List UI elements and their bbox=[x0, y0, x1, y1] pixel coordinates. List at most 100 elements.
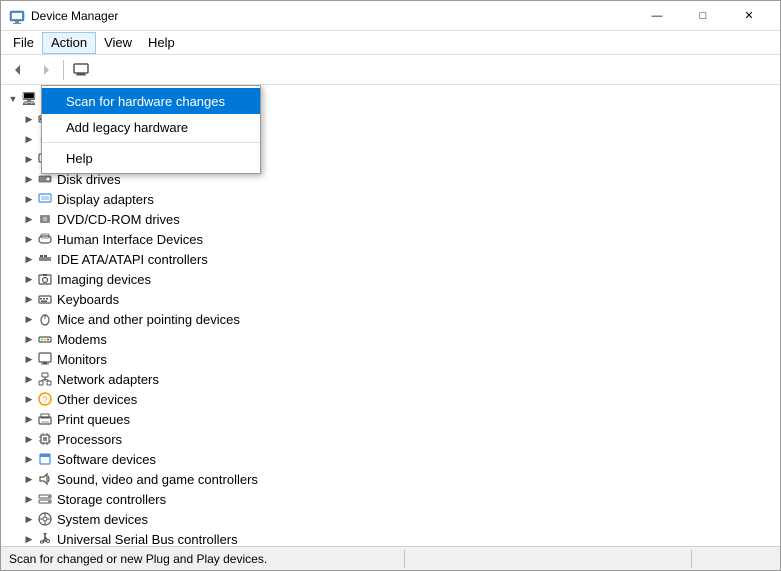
usb-expander[interactable]: ▶ bbox=[21, 531, 37, 546]
status-text: Scan for changed or new Plug and Play de… bbox=[9, 552, 267, 566]
tree-item-storage[interactable]: ▶ Storage controllers bbox=[1, 489, 780, 509]
forward-button[interactable] bbox=[33, 58, 59, 82]
network-label: Network adapters bbox=[57, 372, 159, 387]
print-label: Print queues bbox=[57, 412, 130, 427]
keyboards-expander[interactable]: ▶ bbox=[21, 291, 37, 307]
tree-item-system[interactable]: ▶ System devices bbox=[1, 509, 780, 529]
usb-label: Universal Serial Bus controllers bbox=[57, 532, 238, 547]
modems-icon bbox=[37, 331, 53, 347]
tree-item-usb[interactable]: ▶ Universal Serial Bus controllers bbox=[1, 529, 780, 546]
system-label: System devices bbox=[57, 512, 148, 527]
batteries-expander[interactable]: ▶ bbox=[21, 111, 37, 127]
display-adapters-expander[interactable]: ▶ bbox=[21, 191, 37, 207]
tree-item-processors[interactable]: ▶ Processors bbox=[1, 429, 780, 449]
monitors-icon bbox=[37, 351, 53, 367]
software-icon bbox=[37, 451, 53, 467]
tree-item-hid[interactable]: ▶ Human Interface Devices bbox=[1, 229, 780, 249]
back-button[interactable] bbox=[5, 58, 31, 82]
tree-item-ide[interactable]: ▶IDE ATA/ATAPI controllers bbox=[1, 249, 780, 269]
usb-icon bbox=[37, 531, 53, 546]
dropdown-separator bbox=[42, 142, 260, 143]
tree-item-mice[interactable]: ▶Mice and other pointing devices bbox=[1, 309, 780, 329]
window-title: Device Manager bbox=[31, 9, 634, 23]
content-area: ▼ 🖥 DESKTOP-ABC123 ▶Batteries▶⬡Bluetooth… bbox=[1, 85, 780, 546]
imaging-expander[interactable]: ▶ bbox=[21, 271, 37, 287]
storage-icon bbox=[37, 491, 53, 507]
help-item[interactable]: Help bbox=[42, 145, 260, 171]
other-expander[interactable]: ▶ bbox=[21, 391, 37, 407]
scan-hardware-item[interactable]: Scan for hardware changes bbox=[42, 88, 260, 114]
ide-icon bbox=[37, 251, 53, 267]
other-label: Other devices bbox=[57, 392, 137, 407]
system-icon bbox=[37, 511, 53, 527]
modems-label: Modems bbox=[57, 332, 107, 347]
app-icon bbox=[9, 8, 25, 24]
dvd-icon bbox=[37, 211, 53, 227]
sound-label: Sound, video and game controllers bbox=[57, 472, 258, 487]
bluetooth-expander[interactable]: ▶ bbox=[21, 131, 37, 147]
tree-item-dvd[interactable]: ▶ DVD/CD-ROM drives bbox=[1, 209, 780, 229]
monitors-expander[interactable]: ▶ bbox=[21, 351, 37, 367]
processors-label: Processors bbox=[57, 432, 122, 447]
action-dropdown: Scan for hardware changes Add legacy har… bbox=[41, 85, 261, 174]
computer-icon: 🖥 bbox=[21, 91, 37, 107]
display-adapters-label: Display adapters bbox=[57, 192, 154, 207]
device-manager-window: Device Manager — □ ✕ File Action View He… bbox=[0, 0, 781, 571]
root-expander[interactable]: ▼ bbox=[5, 91, 21, 107]
storage-label: Storage controllers bbox=[57, 492, 166, 507]
toolbar-separator-1 bbox=[63, 60, 64, 80]
menu-bar: File Action View Help bbox=[1, 31, 780, 55]
processors-expander[interactable]: ▶ bbox=[21, 431, 37, 447]
svg-text:?: ? bbox=[43, 395, 48, 405]
menu-file[interactable]: File bbox=[5, 32, 42, 54]
sound-icon bbox=[37, 471, 53, 487]
tree-item-keyboards[interactable]: ▶ Keyboards bbox=[1, 289, 780, 309]
tree-item-sound[interactable]: ▶ Sound, video and game controllers bbox=[1, 469, 780, 489]
menu-action[interactable]: Action bbox=[42, 32, 96, 54]
dvd-label: DVD/CD-ROM drives bbox=[57, 212, 180, 227]
tree-item-print[interactable]: ▶ Print queues bbox=[1, 409, 780, 429]
disk-drives-expander[interactable]: ▶ bbox=[21, 171, 37, 187]
other-icon: ? bbox=[37, 391, 53, 407]
tree-item-monitors[interactable]: ▶Monitors bbox=[1, 349, 780, 369]
imaging-icon bbox=[37, 271, 53, 287]
menu-help[interactable]: Help bbox=[140, 32, 183, 54]
computer-icon-btn[interactable] bbox=[68, 58, 94, 82]
print-icon bbox=[37, 411, 53, 427]
computer-expander[interactable]: ▶ bbox=[21, 151, 37, 167]
dvd-expander[interactable]: ▶ bbox=[21, 211, 37, 227]
software-label: Software devices bbox=[57, 452, 156, 467]
tree-item-network[interactable]: ▶ Network adapters bbox=[1, 369, 780, 389]
modems-expander[interactable]: ▶ bbox=[21, 331, 37, 347]
toolbar bbox=[1, 55, 780, 85]
network-icon bbox=[37, 371, 53, 387]
hid-label: Human Interface Devices bbox=[57, 232, 203, 247]
network-expander[interactable]: ▶ bbox=[21, 371, 37, 387]
title-bar: Device Manager — □ ✕ bbox=[1, 1, 780, 31]
storage-expander[interactable]: ▶ bbox=[21, 491, 37, 507]
keyboards-icon bbox=[37, 291, 53, 307]
system-expander[interactable]: ▶ bbox=[21, 511, 37, 527]
hid-icon bbox=[37, 231, 53, 247]
software-expander[interactable]: ▶ bbox=[21, 451, 37, 467]
print-expander[interactable]: ▶ bbox=[21, 411, 37, 427]
window-controls: — □ ✕ bbox=[634, 1, 772, 31]
mice-expander[interactable]: ▶ bbox=[21, 311, 37, 327]
tree-item-software[interactable]: ▶ Software devices bbox=[1, 449, 780, 469]
ide-expander[interactable]: ▶ bbox=[21, 251, 37, 267]
display-adapters-icon bbox=[37, 191, 53, 207]
minimize-button[interactable]: — bbox=[634, 1, 680, 31]
sound-expander[interactable]: ▶ bbox=[21, 471, 37, 487]
status-divider-2 bbox=[691, 550, 692, 568]
close-button[interactable]: ✕ bbox=[726, 1, 772, 31]
menu-view[interactable]: View bbox=[96, 32, 140, 54]
status-bar: Scan for changed or new Plug and Play de… bbox=[1, 546, 780, 570]
tree-item-other[interactable]: ▶? Other devices bbox=[1, 389, 780, 409]
maximize-button[interactable]: □ bbox=[680, 1, 726, 31]
tree-item-display-adapters[interactable]: ▶ Display adapters bbox=[1, 189, 780, 209]
add-legacy-item[interactable]: Add legacy hardware bbox=[42, 114, 260, 140]
hid-expander[interactable]: ▶ bbox=[21, 231, 37, 247]
tree-item-modems[interactable]: ▶ Modems bbox=[1, 329, 780, 349]
tree-item-imaging[interactable]: ▶Imaging devices bbox=[1, 269, 780, 289]
keyboards-label: Keyboards bbox=[57, 292, 119, 307]
